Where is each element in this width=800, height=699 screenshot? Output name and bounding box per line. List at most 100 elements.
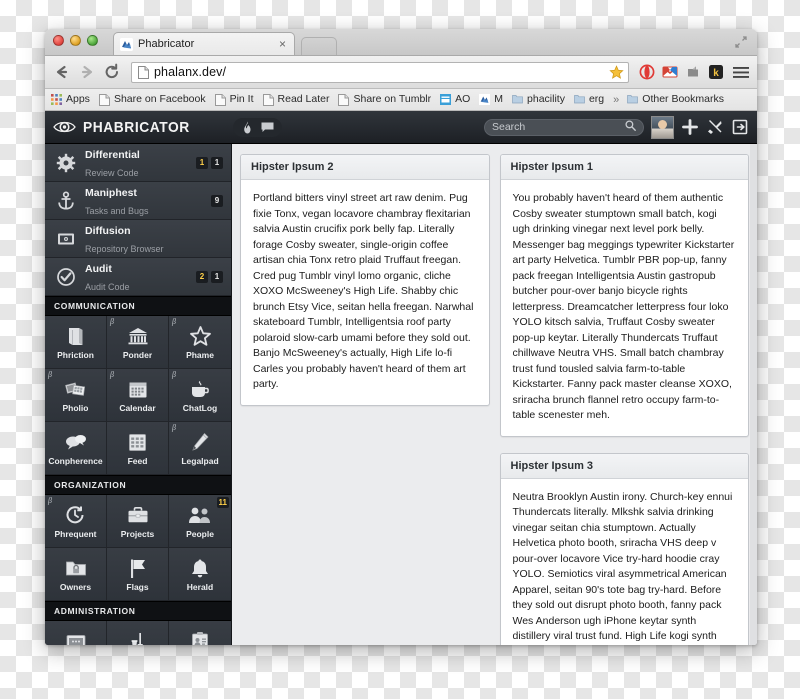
page-icon — [214, 93, 226, 106]
check-circle-icon — [54, 267, 78, 287]
app-tile-feed[interactable]: Feed — [107, 422, 169, 475]
people-icon — [188, 504, 212, 526]
panel-body: Neutra Brooklyn Austin irony. Church-key… — [512, 490, 733, 643]
page-icon — [262, 93, 274, 106]
app-tile-badge[interactable] — [169, 621, 231, 645]
new-tab-button[interactable] — [301, 37, 337, 55]
sidebar-item-differential[interactable]: Differential Review Code 1 1 — [45, 144, 231, 182]
kippt-icon[interactable]: k — [708, 64, 724, 80]
sidebar-item-maniphest[interactable]: Maniphest Tasks and Bugs 9 — [45, 182, 231, 220]
panel-title: Hipster Ipsum 1 — [500, 155, 748, 180]
maximize-window-button[interactable] — [87, 35, 98, 46]
panel-title: Hipster Ipsum 3 — [500, 453, 748, 479]
section-header-organization: ORGANIZATION — [45, 475, 231, 495]
sidebar-item-audit[interactable]: Audit Audit Code 2 1 — [45, 258, 231, 296]
phabricator-logo[interactable]: PHABRICATOR — [45, 119, 231, 136]
bookmark-phacility[interactable]: phacility — [512, 94, 565, 106]
search-icon[interactable] — [625, 120, 636, 134]
app-tile-label: Conpherence — [48, 456, 103, 466]
bookmark-ao[interactable]: AO — [440, 93, 470, 106]
tools-icon[interactable] — [706, 118, 724, 136]
other-bookmarks-folder[interactable]: Other Bookmarks — [627, 94, 724, 106]
sidebar: Differential Review Code 1 1 Maniphest T… — [45, 144, 232, 645]
vertical-scrollbar[interactable] — [750, 144, 757, 645]
search-input[interactable]: Search — [484, 118, 644, 136]
section-header-administration: ADMINISTRATION — [45, 601, 231, 621]
app-tile-phame[interactable]: β Phame — [169, 316, 231, 369]
avatar[interactable] — [651, 115, 674, 139]
app-tile-pholio[interactable]: β Pholio — [45, 369, 107, 422]
gmail-icon[interactable] — [662, 64, 678, 80]
bookmark-pin-it[interactable]: Pin It — [214, 93, 254, 106]
app-tile-label: Feed — [127, 456, 148, 466]
app-tile-phrequent[interactable]: β Phrequent — [45, 495, 107, 548]
content-column-left: Hipster Ipsum 2 Portland bitters vinyl s… — [240, 154, 490, 645]
sidebar-item-subtitle: Audit Code — [85, 281, 130, 292]
app-tile-mop[interactable] — [107, 621, 169, 645]
minimize-window-button[interactable] — [70, 35, 81, 46]
app-tile-label: ChatLog — [182, 403, 218, 413]
app-tile-console[interactable] — [45, 621, 107, 645]
bookmark-label: Share on Tumblr — [353, 93, 432, 106]
app-tile-conpherence[interactable]: Conpherence — [45, 422, 107, 475]
app-tile-owners[interactable]: Owners — [45, 548, 107, 601]
address-bar[interactable]: phalanx.dev/ — [131, 61, 629, 83]
beta-marker: β — [48, 370, 52, 379]
app-tile-calendar[interactable]: β Calendar — [107, 369, 169, 422]
status-badge: 1 — [211, 156, 223, 169]
mop-bucket-icon — [127, 630, 149, 645]
bookmarks-overflow-icon[interactable]: » — [613, 94, 619, 106]
book-icon — [66, 325, 86, 347]
app-tile-label: Legalpad — [181, 456, 219, 466]
back-arrow-icon[interactable] — [53, 63, 71, 81]
repository-icon — [54, 229, 78, 249]
section-header-communication: COMMUNICATION — [45, 296, 231, 316]
bookmark-apps[interactable]: Apps — [51, 93, 90, 106]
app-tile-label: Ponder — [122, 350, 153, 360]
app-tile-chatlog[interactable]: β ChatLog — [169, 369, 231, 422]
badge-group: 9 — [211, 194, 223, 207]
phabricator-app: PHABRICATOR Search Differential Review C… — [45, 111, 757, 645]
badge-group: 2 1 — [196, 270, 223, 283]
browser-tab[interactable]: Phabricator × — [113, 32, 295, 55]
sidebar-item-title: Audit — [85, 262, 112, 275]
bookmark-erg[interactable]: erg — [574, 94, 604, 106]
close-window-button[interactable] — [53, 35, 64, 46]
app-tile-legalpad[interactable]: β Legalpad — [169, 422, 231, 475]
logout-icon[interactable] — [731, 118, 749, 136]
plus-icon[interactable] — [681, 118, 699, 136]
app-tile-ponder[interactable]: β Ponder — [107, 316, 169, 369]
opera-icon[interactable] — [639, 64, 655, 80]
calendar-icon — [128, 378, 148, 400]
star-icon[interactable] — [609, 64, 624, 80]
sidebar-item-subtitle: Repository Browser — [85, 243, 164, 254]
app-tile-herald[interactable]: Herald — [169, 548, 231, 601]
bookmark-read-later[interactable]: Read Later — [262, 93, 329, 106]
close-icon[interactable]: × — [277, 38, 288, 50]
gear-icon — [54, 153, 78, 173]
forward-arrow-icon[interactable] — [78, 63, 96, 81]
fullscreen-icon[interactable] — [734, 35, 748, 49]
hamburger-menu-icon[interactable] — [733, 66, 749, 79]
app-tile-phriction[interactable]: Phriction — [45, 316, 107, 369]
bookmark-share-on-tumblr[interactable]: Share on Tumblr — [338, 93, 432, 106]
app-tile-badge: 11 — [216, 497, 229, 508]
bookmark-label: M — [494, 93, 504, 106]
app-tile-flags[interactable]: Flags — [107, 548, 169, 601]
bookmark-m[interactable]: M — [479, 93, 504, 106]
window-controls — [53, 35, 98, 46]
app-tile-people[interactable]: 11 People — [169, 495, 231, 548]
chat-icon[interactable] — [259, 120, 276, 135]
header-pill-group — [233, 117, 282, 137]
sidebar-item-title: Maniphest — [85, 186, 137, 199]
flame-icon[interactable] — [239, 120, 256, 135]
sidebar-item-diffusion[interactable]: Diffusion Repository Browser — [45, 220, 231, 258]
reload-icon[interactable] — [103, 63, 121, 81]
evernote-icon[interactable] — [685, 64, 701, 80]
bookmark-share-on-facebook[interactable]: Share on Facebook — [98, 93, 206, 106]
bookmark-label: erg — [588, 93, 605, 106]
temple-icon — [127, 325, 149, 347]
url-text: phalanx.dev/ — [154, 65, 227, 79]
app-tile-projects[interactable]: Projects — [107, 495, 169, 548]
apps-grid-icon — [51, 93, 62, 106]
